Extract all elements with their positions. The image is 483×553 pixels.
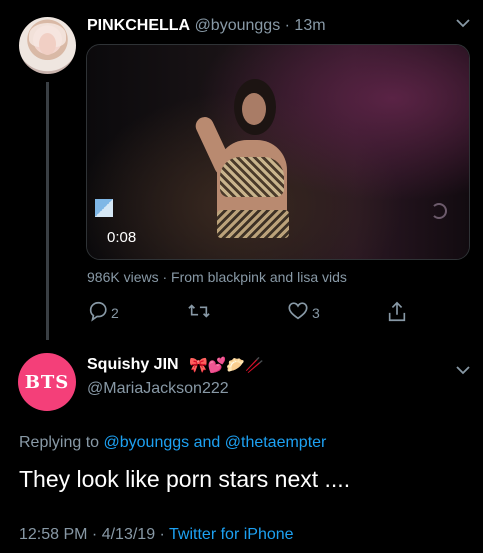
like-button[interactable]: 3	[287, 300, 320, 325]
tweet1-header: PINKCHELLA @byounggs · 13m	[87, 17, 326, 35]
video-source[interactable]: From blackpink and lisa vids	[171, 269, 347, 285]
video-performer-face	[242, 93, 266, 125]
share-icon	[386, 300, 408, 327]
video-performer-top	[220, 157, 284, 197]
tweet1-video[interactable]: 0:08	[86, 44, 470, 260]
replying-user-link-1[interactable]: @byounggs	[104, 434, 190, 451]
tweet2-handle[interactable]: @MariaJackson222	[87, 380, 229, 398]
tweet1-time-separator: ·	[280, 17, 295, 34]
avatar-pinkchella[interactable]	[19, 17, 76, 74]
tweet1-views: 986K views · From blackpink and lisa vid…	[87, 269, 347, 285]
tweet2-text: They look like porn stars next ....	[19, 466, 351, 492]
tweet2-meta: 12:58 PM · 4/13/19 · Twitter for iPhone	[19, 526, 294, 544]
tweet2-header: Squishy JIN 🎀💕🥟🥢	[87, 356, 264, 374]
video-thumbnail-icon	[95, 199, 113, 217]
avatar-bts[interactable]: BTS	[18, 353, 76, 411]
avatar-bts-text: BTS	[24, 371, 70, 393]
display-name-emojis: 🎀💕🥟🥢	[189, 357, 264, 374]
like-icon	[287, 300, 309, 325]
reply-button[interactable]: 2	[87, 300, 119, 325]
replying-user-link-2[interactable]: @thetaempter	[225, 434, 327, 451]
chevron-down-icon[interactable]	[456, 363, 470, 378]
video-watermark-icon	[431, 203, 447, 219]
avatar-face	[39, 33, 56, 55]
views-count: 986K views	[87, 269, 159, 285]
replying-and[interactable]: and	[194, 434, 221, 451]
like-count: 3	[312, 304, 320, 321]
tweet1-time[interactable]: 13m	[294, 17, 325, 34]
chevron-down-icon[interactable]	[456, 16, 470, 31]
thread-connector-line	[46, 82, 49, 340]
replying-label: Replying to	[19, 434, 100, 451]
tweet2-time: 12:58 PM	[19, 526, 88, 543]
retweet-icon	[187, 300, 211, 325]
tweet1-display-name[interactable]: PINKCHELLA	[87, 17, 190, 34]
views-separator: ·	[158, 269, 172, 285]
meta-separator-2: ·	[155, 526, 170, 543]
tweet2-display-name[interactable]: Squishy JIN	[87, 356, 179, 373]
video-timestamp: 0:08	[107, 229, 137, 246]
video-performer-skirt	[217, 210, 289, 238]
reply-count: 2	[111, 304, 119, 321]
meta-separator-1: ·	[87, 526, 102, 543]
retweet-button[interactable]	[187, 300, 211, 325]
tweet1-handle[interactable]: @byounggs	[195, 17, 281, 34]
tweet2-date: 4/13/19	[101, 526, 156, 543]
tweet2-client-link[interactable]: Twitter for iPhone	[169, 526, 294, 543]
share-button[interactable]	[386, 300, 408, 327]
reply-icon	[87, 300, 109, 325]
replying-to: Replying to @byounggs and @thetaempter	[19, 434, 326, 452]
